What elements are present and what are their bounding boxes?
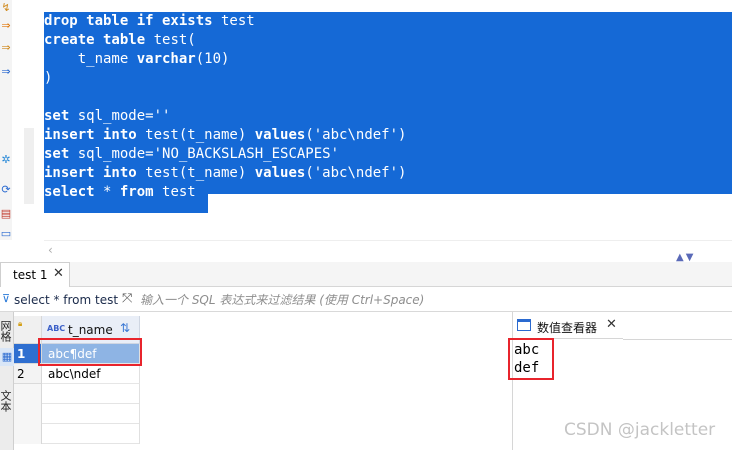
execute-icon[interactable]: ↯: [0, 0, 12, 16]
divider: [623, 339, 732, 340]
code-line: insert into test(t_name) values('abc\nde…: [44, 164, 406, 183]
refresh-icon[interactable]: ⟳: [0, 182, 12, 198]
grid-icon[interactable]: ▦: [0, 348, 14, 366]
table-cell[interactable]: abc\ndef: [42, 364, 140, 384]
query-label: select * from test: [14, 293, 119, 307]
code-line: set sql_mode='NO_BACKSLASH_ESCAPES': [44, 145, 339, 164]
result-view-switcher: 网格 ▦ 文本: [0, 312, 14, 450]
sql-keyword: create table: [44, 32, 146, 48]
execute-statement-icon[interactable]: ⇒: [0, 18, 12, 34]
sql-text: test(: [145, 32, 196, 48]
sql-text: test(t_name): [136, 165, 255, 181]
sql-text: test: [153, 184, 196, 200]
export-icon[interactable]: ▤: [0, 206, 12, 222]
empty-row: [14, 384, 140, 404]
window-icon: [517, 319, 531, 331]
scroll-left-icon[interactable]: ‹: [48, 243, 53, 257]
row-number[interactable]: 2: [14, 364, 42, 384]
tab-grid[interactable]: 网格: [0, 320, 13, 342]
tab-label: test 1: [13, 268, 48, 282]
explain-plan-icon[interactable]: ⇒: [0, 64, 12, 80]
sql-text: (10): [195, 51, 230, 67]
sql-keyword: select: [44, 184, 95, 200]
sql-keyword: set: [44, 146, 70, 162]
copy-icon[interactable]: ▭: [0, 226, 12, 242]
filter-icon: ⊽: [2, 292, 11, 305]
filter-input[interactable]: [140, 291, 720, 309]
execute-script-icon[interactable]: ⇒: [0, 40, 12, 56]
sort-filter-icon[interactable]: ⇅: [120, 321, 130, 335]
code-line: insert into test(t_name) values('abc\nde…: [44, 126, 406, 145]
sql-text: sql_mode='NO_BACKSLASH_ESCAPES': [69, 146, 340, 162]
sql-editor[interactable]: drop table if exists test create table te…: [44, 12, 732, 213]
filter-bar: ⊽ select * from test ⤧: [0, 288, 732, 312]
sql-keyword: values: [254, 165, 306, 181]
column-name: t_name: [68, 323, 113, 337]
highlight-box-cell: [38, 338, 142, 366]
sql-text: test: [212, 13, 255, 29]
sql-text: ('abc\ndef'): [305, 165, 407, 181]
close-icon[interactable]: ✕: [53, 266, 64, 281]
lock-icon: 🔒︎: [18, 319, 23, 328]
sql-keyword: insert into: [44, 165, 137, 181]
string-type-icon: ABC: [47, 324, 66, 333]
sql-text: *: [94, 184, 120, 200]
expand-icon[interactable]: ⤧: [122, 291, 132, 306]
empty-row: [14, 424, 140, 444]
result-grid: 🔒︎ ABC t_name ⇅ 1 abc¶def 2 abc\ndef: [14, 312, 512, 450]
highlight-box-viewer: [508, 338, 554, 380]
code-line: create table test(: [44, 31, 196, 50]
tab-value-viewer[interactable]: 数值查看器 ✕: [513, 315, 623, 339]
editor-horizontal-scrollbar[interactable]: ‹: [44, 240, 732, 258]
empty-row: [14, 404, 140, 424]
code-line: select * from test: [44, 183, 196, 202]
watermark: CSDN @jackletter: [564, 420, 716, 440]
sql-keyword: drop table if exists: [44, 13, 213, 29]
sql-keyword: from: [119, 184, 154, 200]
result-tab-bar: test 1 ✕: [0, 262, 732, 287]
sql-keyword: insert into: [44, 127, 137, 143]
sql-keyword: values: [254, 127, 306, 143]
code-line: ): [44, 69, 52, 88]
sql-text: ): [44, 70, 53, 86]
gutter-highlight: [24, 128, 34, 204]
tab-test-1[interactable]: test 1 ✕: [0, 262, 70, 287]
close-icon[interactable]: ✕: [606, 317, 617, 332]
sql-text: sql_mode='': [69, 108, 171, 124]
sql-keyword: varchar: [136, 51, 196, 67]
sql-text: t_name: [44, 51, 137, 67]
value-viewer-title: 数值查看器: [537, 321, 598, 335]
code-line: drop table if exists test: [44, 12, 255, 31]
code-line: set sql_mode='': [44, 107, 170, 126]
code-line: t_name varchar(10): [44, 50, 230, 69]
sql-text: test(t_name): [136, 127, 255, 143]
settings-icon[interactable]: ✲: [0, 152, 12, 168]
tab-text[interactable]: 文本: [0, 390, 13, 412]
editor-gutter: ↯ ⇒ ⇒ ⇒ ✲ ⟳ ▤ ▭: [0, 0, 12, 240]
sql-keyword: set: [44, 108, 70, 124]
sql-text: ('abc\ndef'): [305, 127, 407, 143]
